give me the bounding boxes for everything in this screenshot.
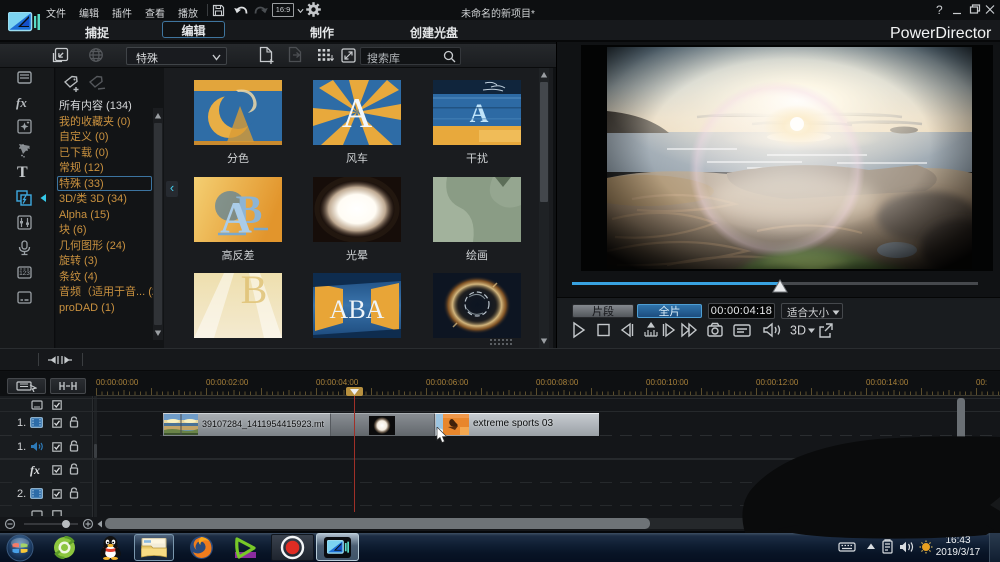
svg-text:123: 123 <box>19 270 30 277</box>
svg-text:ABA: ABA <box>330 295 385 324</box>
svg-text:A: A <box>342 91 373 137</box>
svg-text:3D: 3D <box>790 324 806 338</box>
svg-text:A: A <box>470 99 489 128</box>
svg-text:B: B <box>241 273 268 312</box>
